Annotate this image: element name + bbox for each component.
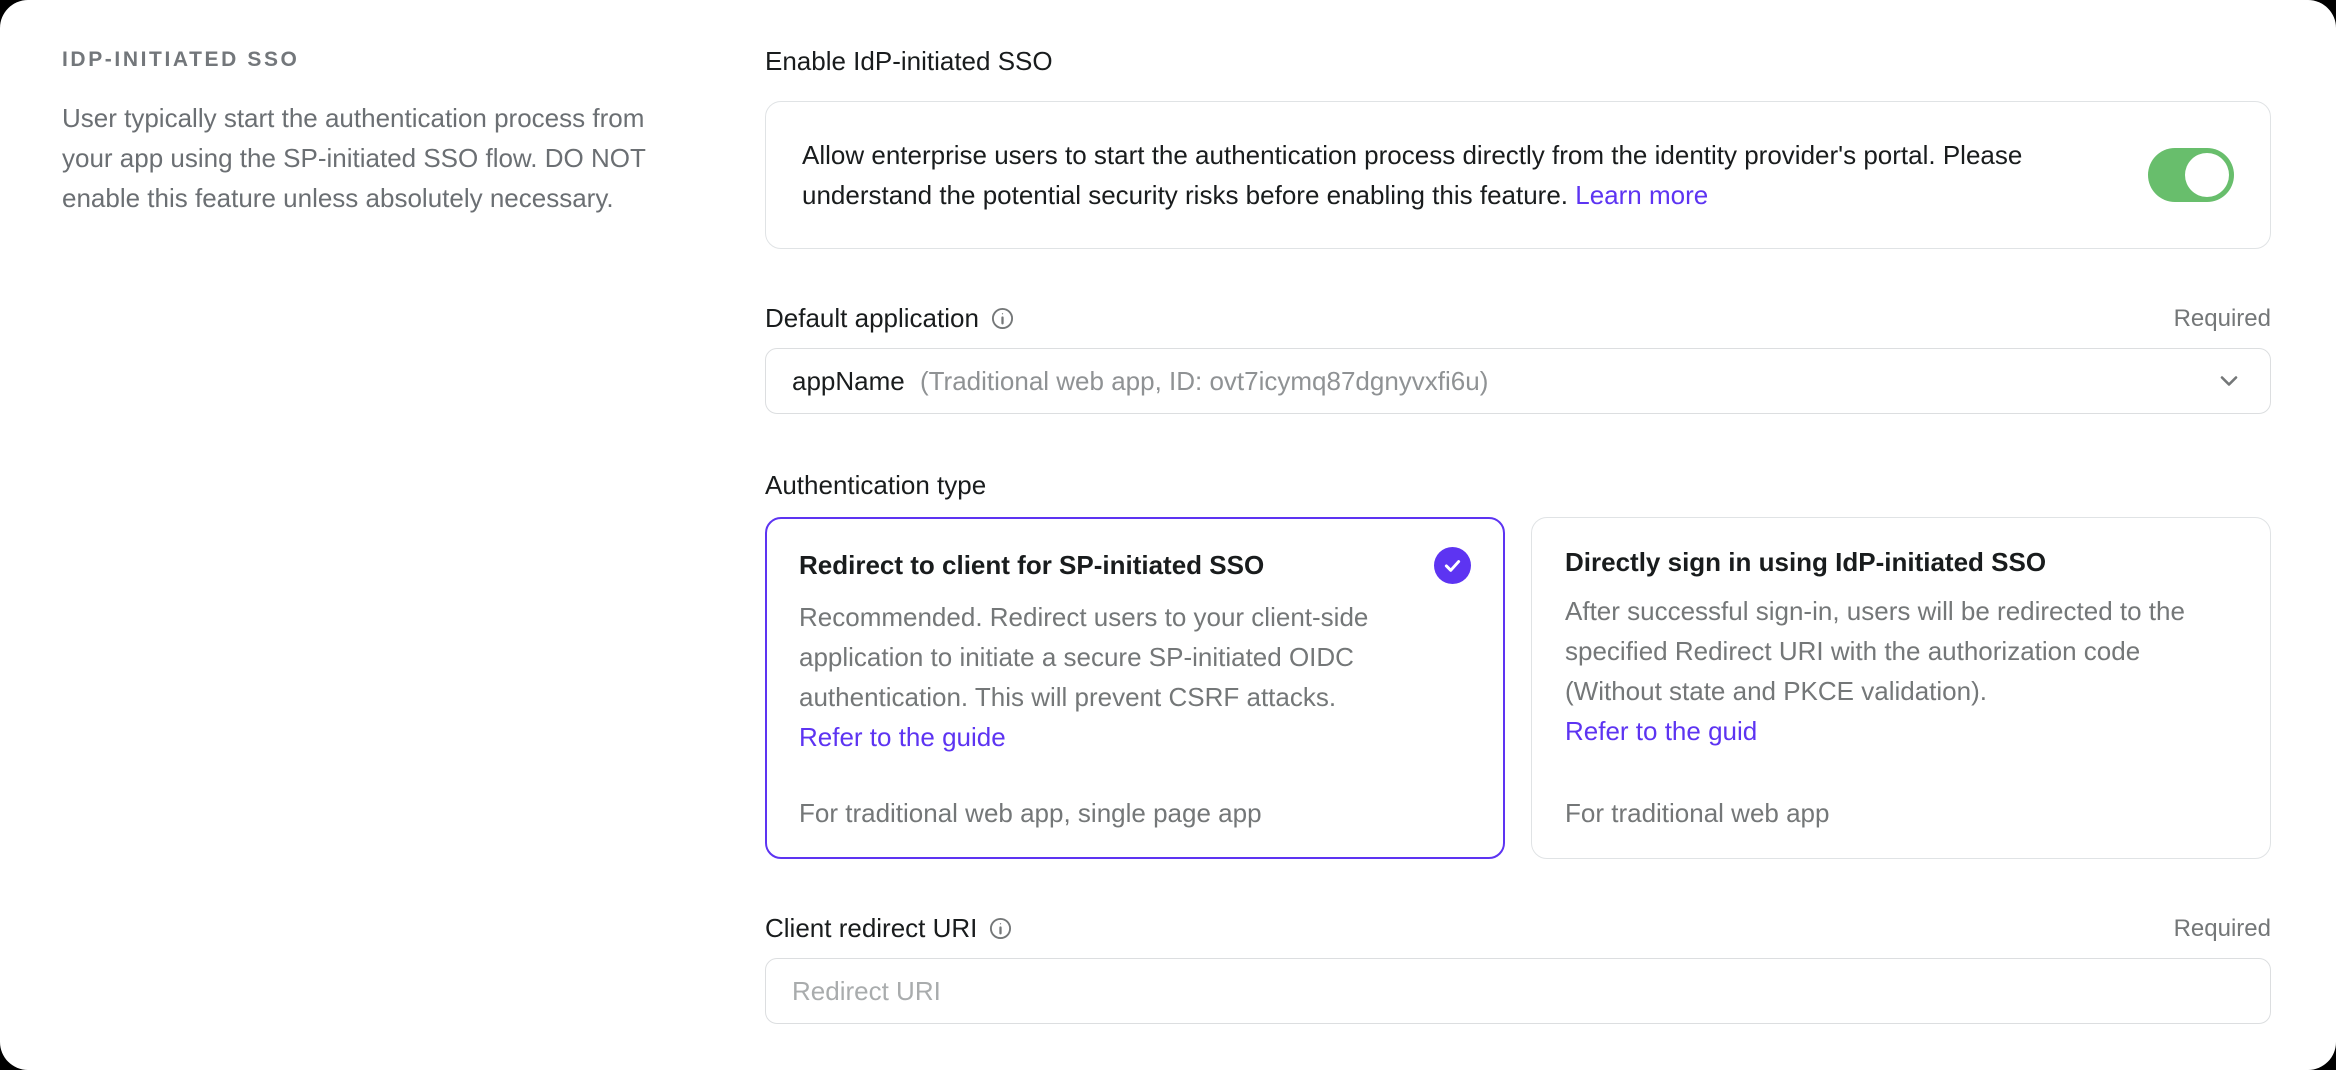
default-application-select[interactable]: appName (Traditional web app, ID: ovt7ic… — [765, 348, 2271, 414]
authentication-type-label: Authentication type — [765, 470, 2271, 501]
select-value-detail: (Traditional web app, ID: ovt7icymq87dgn… — [920, 366, 1488, 397]
required-badge: Required — [2174, 305, 2271, 333]
refer-guide-link[interactable]: Refer to the guid — [1565, 711, 2237, 751]
option-title: Directly sign in using IdP-initiated SSO — [1565, 547, 2046, 578]
learn-more-link[interactable]: Learn more — [1575, 180, 1708, 210]
enable-sso-label: Enable IdP-initiated SSO — [765, 46, 2271, 77]
enable-sso-description: Allow enterprise users to start the auth… — [802, 135, 2102, 215]
section-sidebar: IDP-INITIATED SSO User typically start t… — [62, 48, 672, 218]
section-title: IDP-INITIATED SSO — [62, 48, 672, 72]
option-title: Redirect to client for SP-initiated SSO — [799, 550, 1264, 581]
client-redirect-uri-label: Client redirect URI — [765, 913, 977, 944]
enable-sso-card: Allow enterprise users to start the auth… — [765, 101, 2271, 249]
option-description: After successful sign-in, users will be … — [1565, 591, 2237, 711]
authentication-type-options: Redirect to client for SP-initiated SSO … — [765, 517, 2271, 859]
option-footer: For traditional web app — [1565, 768, 2237, 829]
selected-check-icon — [1434, 547, 1471, 584]
form-main: Enable IdP-initiated SSO Allow enterpris… — [765, 46, 2271, 1024]
client-redirect-uri-label-row: Client redirect URI Required — [765, 913, 2271, 944]
refer-guide-link[interactable]: Refer to the guide — [799, 717, 1471, 757]
auth-type-option-sp-redirect[interactable]: Redirect to client for SP-initiated SSO … — [765, 517, 1505, 859]
enable-sso-toggle[interactable] — [2148, 148, 2234, 202]
default-application-label: Default application — [765, 303, 979, 334]
default-application-label-group: Default application — [765, 303, 1015, 334]
toggle-knob — [2185, 153, 2229, 197]
section-description: User typically start the authentication … — [62, 98, 672, 218]
option-footer: For traditional web app, single page app — [799, 768, 1471, 829]
client-redirect-uri-label-group: Client redirect URI — [765, 913, 1013, 944]
enable-sso-description-text: Allow enterprise users to start the auth… — [802, 140, 2022, 210]
option-description: Recommended. Redirect users to your clie… — [799, 597, 1471, 717]
redirect-uri-input[interactable] — [765, 958, 2271, 1024]
card-head: Directly sign in using IdP-initiated SSO — [1565, 547, 2237, 578]
required-badge: Required — [2174, 915, 2271, 943]
default-application-label-row: Default application Required — [765, 303, 2271, 334]
card-head: Redirect to client for SP-initiated SSO — [799, 547, 1471, 584]
chevron-down-icon — [2214, 366, 2244, 396]
info-icon[interactable] — [990, 306, 1015, 331]
select-value: appName — [792, 366, 912, 397]
info-icon[interactable] — [988, 916, 1013, 941]
settings-page: IDP-INITIATED SSO User typically start t… — [0, 0, 2336, 1070]
auth-type-option-idp-direct[interactable]: Directly sign in using IdP-initiated SSO… — [1531, 517, 2271, 859]
